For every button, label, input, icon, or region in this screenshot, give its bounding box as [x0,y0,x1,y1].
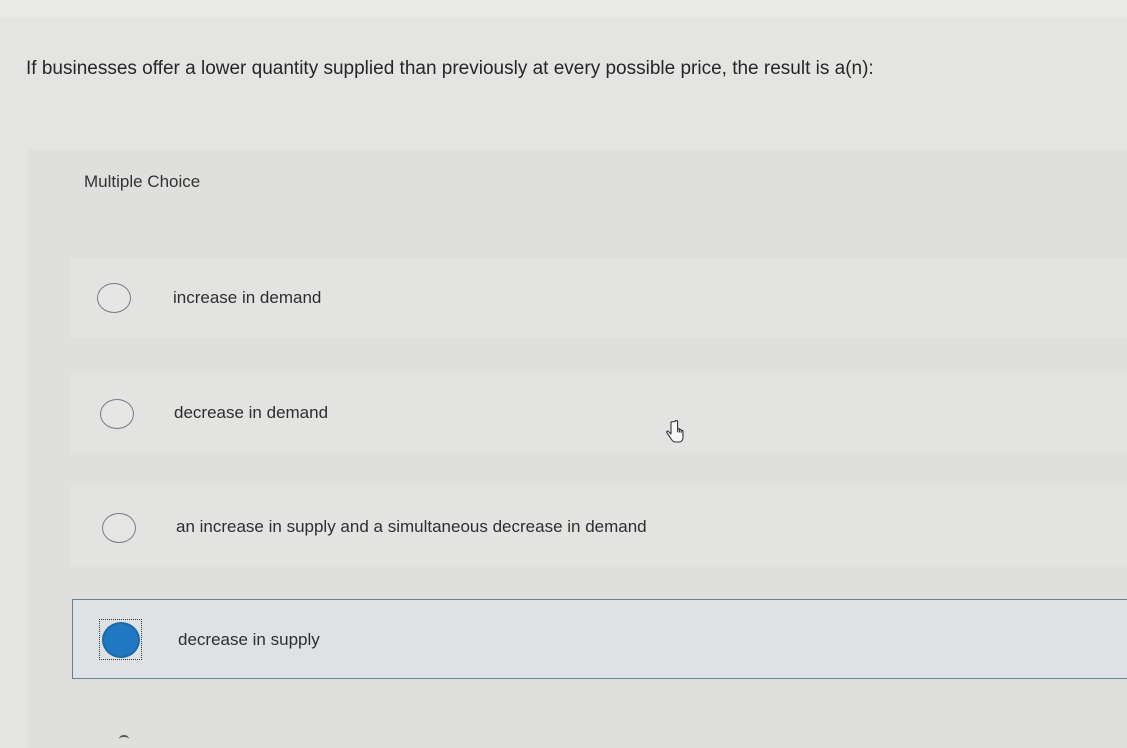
choice-option-2[interactable]: decrease in demand [70,373,1127,453]
radio-button[interactable] [100,399,134,429]
radio-button[interactable] [102,513,136,543]
hand-pointer-icon [666,420,684,443]
choice-label: increase in demand [173,288,322,307]
choice-option-4-selected[interactable]: decrease in supply [72,599,1127,679]
partial-element-edge [119,735,129,743]
choice-option-1[interactable]: increase in demand [70,258,1127,338]
choice-label: decrease in demand [174,403,329,422]
choice-label: an increase in supply and a simultaneous… [176,517,647,536]
multiple-choice-label: Multiple Choice [84,172,201,191]
top-band [0,0,1127,18]
choice-label: decrease in supply [178,630,320,649]
question-text: If businesses offer a lower quantity sup… [26,58,874,79]
radio-button-selected[interactable] [102,622,140,658]
radio-button[interactable] [97,283,131,313]
choice-option-3[interactable]: an increase in supply and a simultaneous… [70,487,1127,567]
